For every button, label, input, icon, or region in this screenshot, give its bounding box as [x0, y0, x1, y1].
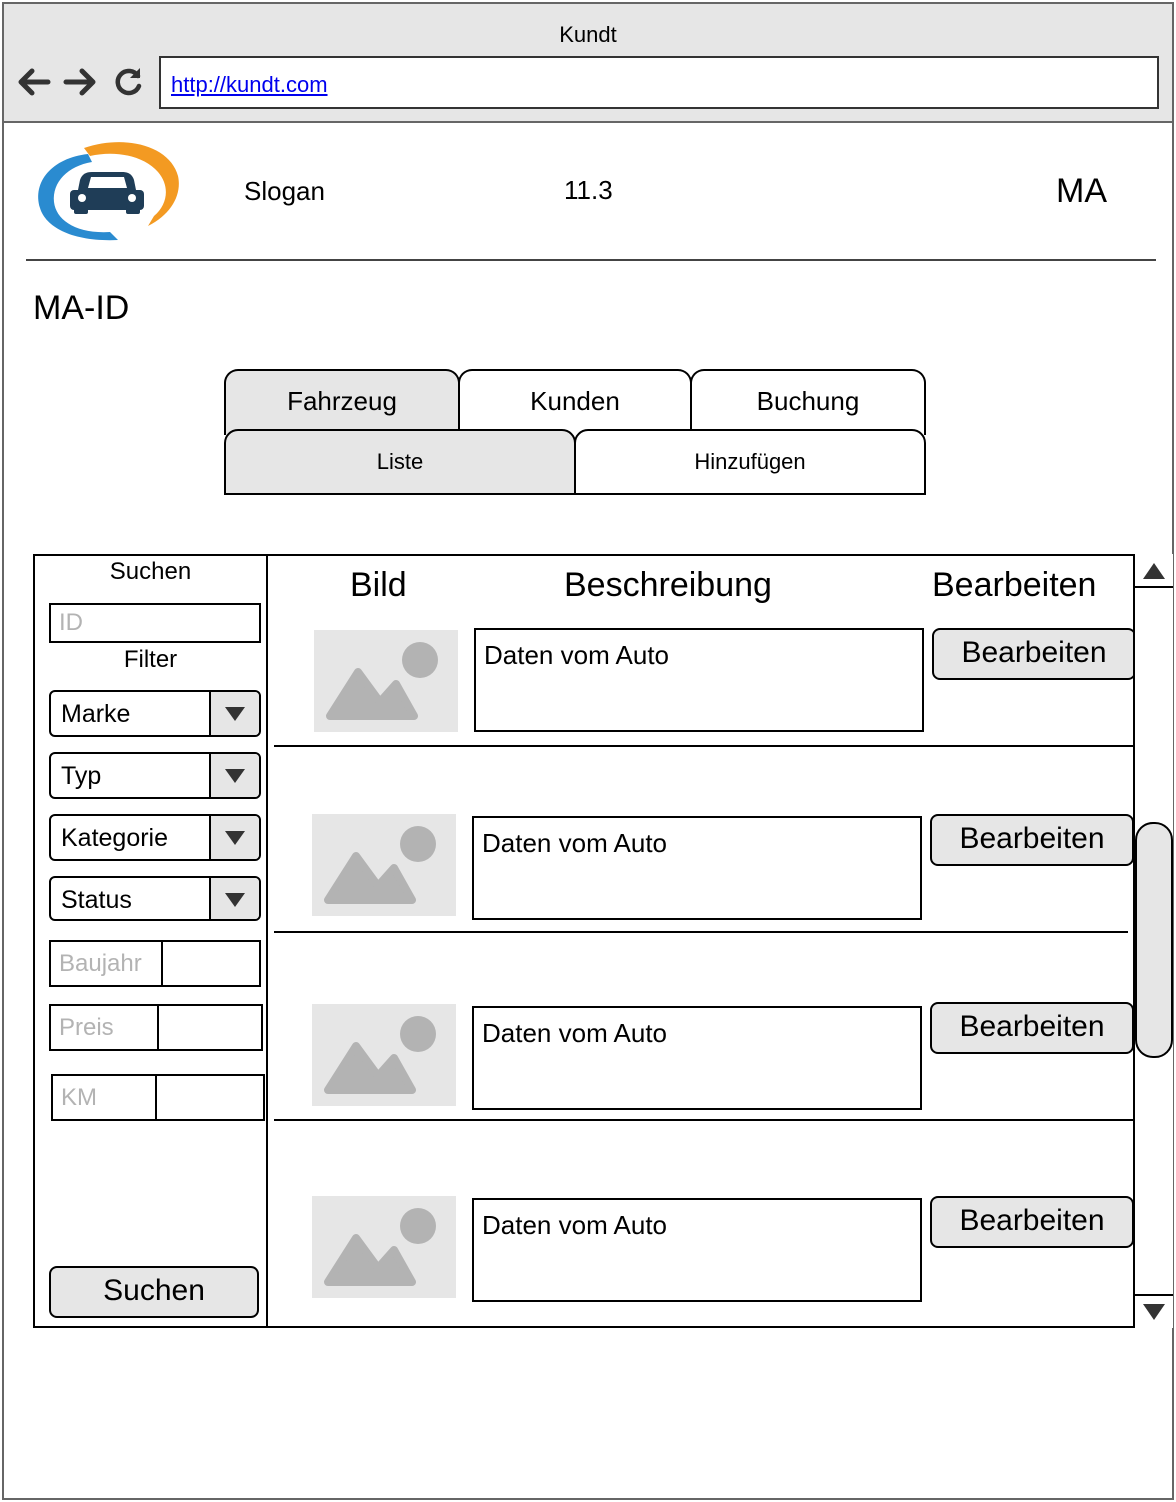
filter-title: Filter: [123, 646, 178, 673]
brand-select[interactable]: Marke: [49, 690, 261, 737]
subtab-liste[interactable]: Liste: [224, 429, 576, 495]
id-search-input[interactable]: ID: [49, 603, 261, 643]
chevron-down-icon[interactable]: [209, 816, 259, 859]
price-range-input[interactable]: Preis: [49, 1004, 263, 1051]
reload-icon[interactable]: [110, 64, 146, 100]
range-divider: [155, 1076, 157, 1119]
range-divider: [157, 1006, 159, 1049]
row-divider: [274, 931, 1128, 933]
km-range-input[interactable]: KM: [51, 1074, 265, 1121]
version-label: 11.3: [564, 175, 613, 205]
image-placeholder-icon: [312, 1004, 456, 1106]
vehicle-description: Daten vom Auto: [474, 628, 924, 732]
tab-fahrzeug[interactable]: Fahrzeug: [224, 369, 460, 435]
edit-button[interactable]: Bearbeiten: [932, 628, 1136, 680]
year-range-input[interactable]: Baujahr: [49, 940, 261, 987]
image-placeholder-icon: [312, 814, 456, 916]
price-range-placeholder: Preis: [59, 1014, 114, 1041]
back-arrow-icon[interactable]: [16, 64, 52, 100]
km-range-placeholder: KM: [61, 1084, 97, 1111]
vehicle-description: Daten vom Auto: [472, 1198, 922, 1302]
image-placeholder-icon: [314, 630, 458, 732]
year-range-placeholder: Baujahr: [59, 950, 142, 977]
url-link[interactable]: http://kundt.com: [171, 72, 328, 98]
tab-buchung[interactable]: Buchung: [690, 369, 926, 435]
scrollbar-thumb[interactable]: [1135, 822, 1173, 1058]
slogan: Slogan: [244, 176, 325, 206]
chevron-down-icon[interactable]: [209, 692, 259, 735]
vehicle-description: Daten vom Auto: [472, 816, 922, 920]
column-header-image: Bild: [350, 566, 407, 604]
image-placeholder-icon: [312, 1196, 456, 1298]
range-divider: [161, 942, 163, 985]
search-title: Suchen: [109, 558, 192, 585]
scroll-up-arrow-icon[interactable]: [1135, 554, 1173, 588]
forward-arrow-icon[interactable]: [62, 64, 98, 100]
scroll-down-arrow-icon[interactable]: [1135, 1294, 1173, 1328]
url-bar[interactable]: http://kundt.com: [159, 56, 1159, 109]
edit-button[interactable]: Bearbeiten: [930, 1002, 1134, 1054]
scrollbar[interactable]: [1133, 554, 1173, 1328]
column-header-edit: Bearbeiten: [932, 566, 1097, 604]
browser-titlebar: Kundt http://kundt.com: [4, 4, 1172, 123]
edit-button[interactable]: Bearbeiten: [930, 814, 1134, 866]
category-select[interactable]: Kategorie: [49, 814, 261, 861]
window-title: Kundt: [559, 22, 617, 47]
row-divider: [274, 1119, 1134, 1121]
type-select-value: Typ: [61, 762, 102, 790]
status-select-value: Status: [61, 886, 132, 914]
column-header-description: Beschreibung: [564, 566, 772, 604]
vehicle-description: Daten vom Auto: [472, 1006, 922, 1110]
user-label[interactable]: MA: [1056, 172, 1107, 211]
search-button[interactable]: Suchen: [49, 1266, 259, 1318]
tab-kunden[interactable]: Kunden: [458, 369, 692, 435]
chevron-down-icon[interactable]: [209, 878, 259, 919]
car-logo-icon: [38, 142, 179, 241]
employee-id-label: MA-ID: [33, 289, 130, 327]
subtab-hinzufuegen[interactable]: Hinzufügen: [574, 429, 926, 495]
row-divider: [274, 745, 1134, 747]
chevron-down-icon[interactable]: [209, 754, 259, 797]
status-select[interactable]: Status: [49, 876, 261, 921]
edit-button[interactable]: Bearbeiten: [930, 1196, 1134, 1248]
category-select-value: Kategorie: [61, 824, 169, 852]
brand-select-value: Marke: [61, 700, 131, 728]
type-select[interactable]: Typ: [49, 752, 261, 799]
header-divider: [26, 259, 1156, 261]
